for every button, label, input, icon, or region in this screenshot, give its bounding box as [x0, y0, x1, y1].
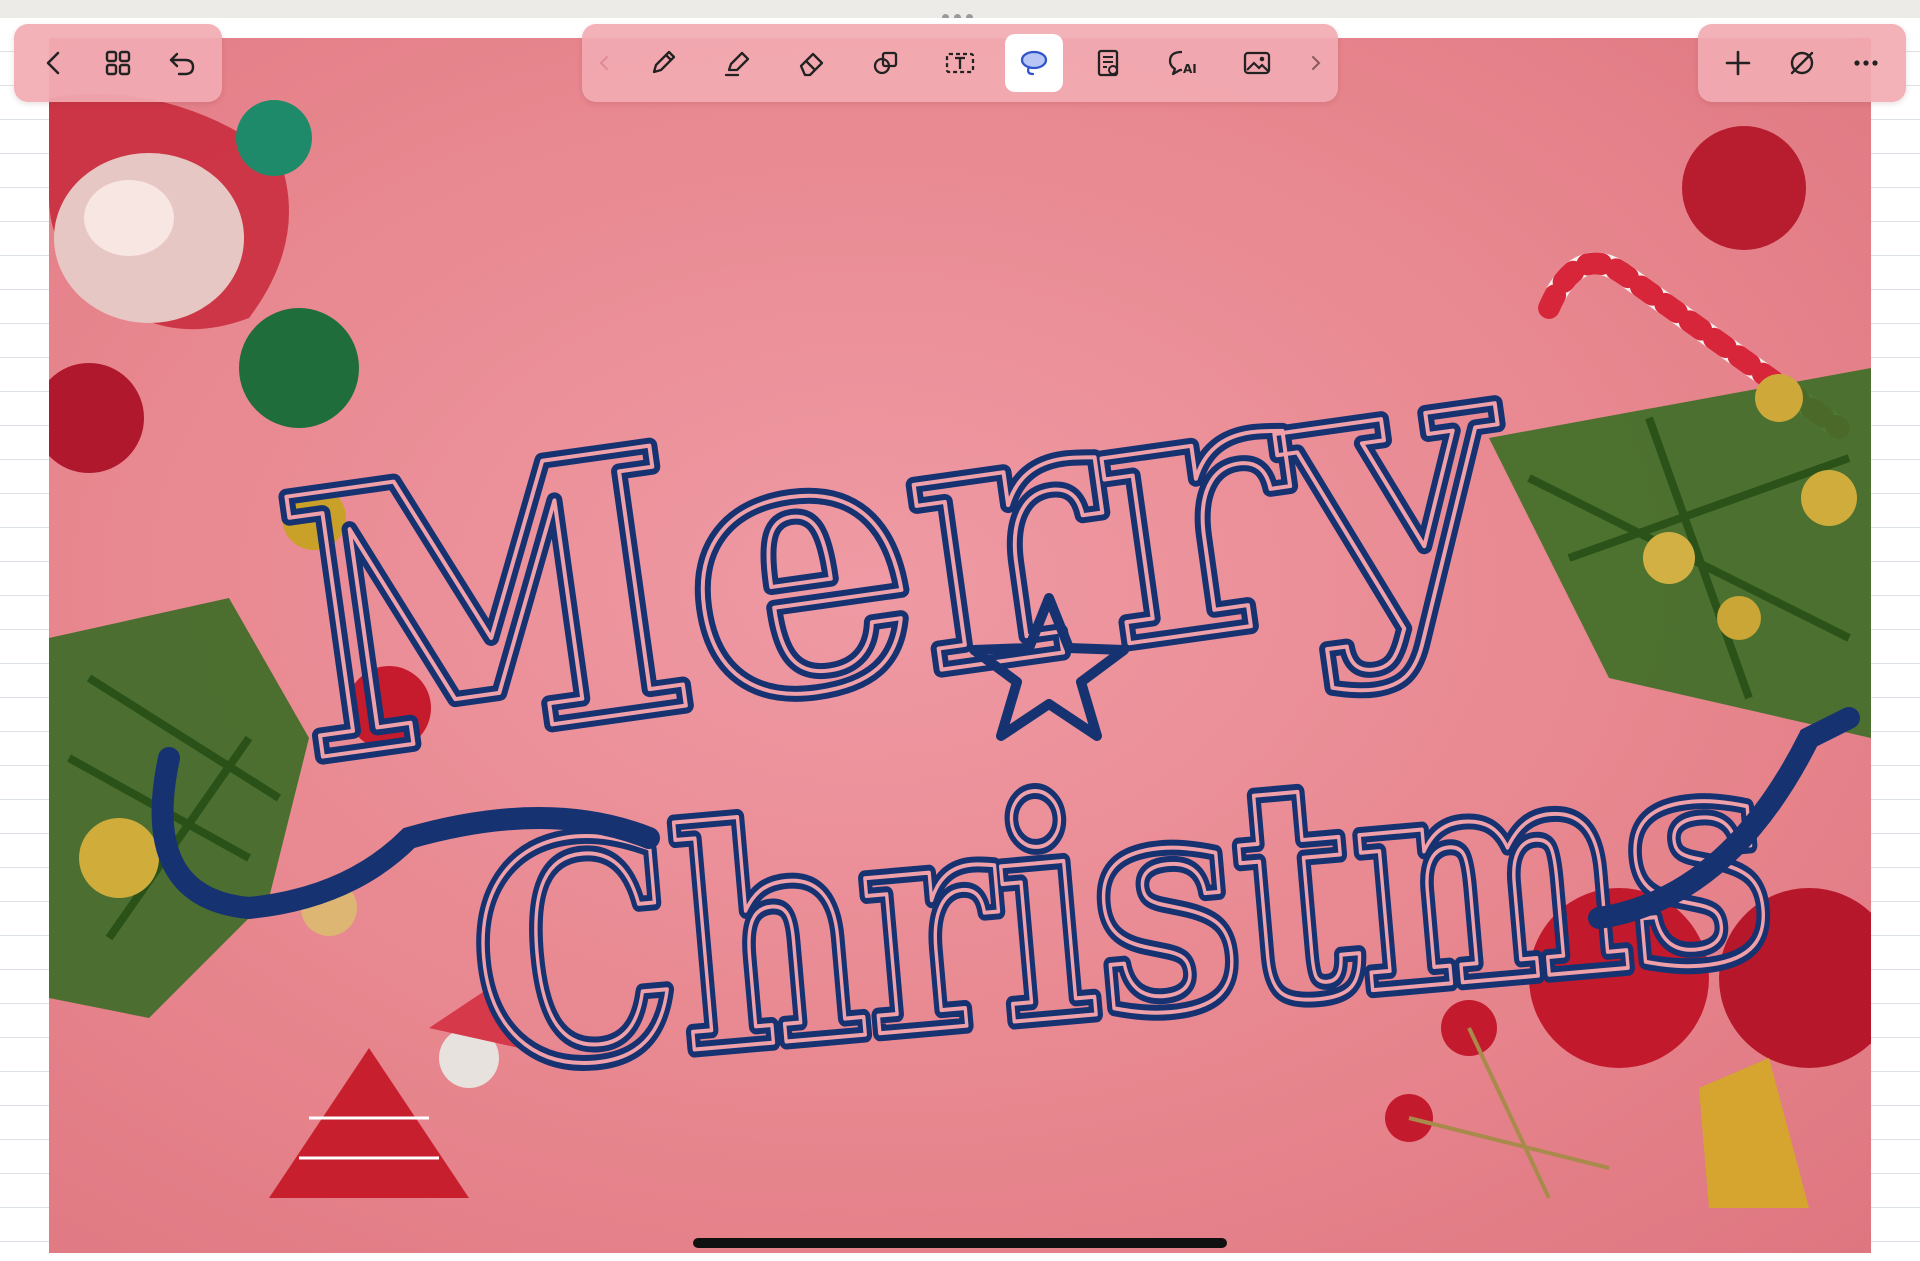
grid-icon — [105, 50, 131, 76]
more-options-button[interactable] — [1837, 34, 1895, 92]
eraser-icon — [799, 52, 823, 77]
add-page-button[interactable] — [1709, 34, 1767, 92]
sticker-tool-button[interactable] — [1079, 34, 1137, 92]
drawing-canvas[interactable]: Merry Merry Christms Christms — [49, 38, 1871, 1253]
handwriting-ink: Merry Merry Christms Christms — [151, 245, 1860, 1147]
undo-button[interactable] — [153, 34, 211, 92]
home-indicator[interactable] — [693, 1238, 1227, 1248]
tools-scroll-left-button[interactable] — [592, 34, 618, 92]
no-entry-icon — [1790, 51, 1814, 75]
text-box-icon — [945, 52, 975, 74]
tools-scroll-right-button[interactable] — [1302, 34, 1328, 92]
pages-overview-button[interactable] — [89, 34, 147, 92]
more-icon — [1854, 60, 1878, 66]
ai-label: AI — [1183, 62, 1197, 76]
highlighter-tool-button[interactable] — [708, 34, 766, 92]
back-button[interactable] — [25, 34, 83, 92]
image-icon — [1243, 51, 1270, 75]
left-toolbar — [14, 24, 222, 102]
pen-tool-button[interactable] — [634, 34, 692, 92]
canvas-artwork: Merry Merry Christms Christms — [49, 94, 1871, 1208]
shapes-icon — [873, 51, 897, 75]
hide-toolbar-button[interactable] — [1773, 34, 1831, 92]
highlighter-icon — [725, 51, 750, 77]
plus-icon — [1725, 50, 1751, 76]
ai-chat-icon: AI — [1168, 50, 1197, 76]
shape-tool-button[interactable] — [857, 34, 915, 92]
ai-assistant-button[interactable]: AI — [1154, 34, 1212, 92]
lasso-icon — [1020, 50, 1048, 76]
pencil-icon — [653, 50, 676, 74]
document-icon — [1098, 49, 1119, 77]
chevron-right-icon — [1311, 56, 1321, 70]
chevron-left-icon — [46, 51, 60, 75]
right-toolbar — [1698, 24, 1906, 102]
eraser-tool-button[interactable] — [783, 34, 841, 92]
lasso-tool-button[interactable] — [1005, 34, 1064, 92]
tools-toolbar: AI — [582, 24, 1338, 102]
image-tool-button[interactable] — [1228, 34, 1286, 92]
chevron-left-icon — [599, 56, 608, 70]
undo-icon — [169, 52, 195, 76]
decor-top-right — [1489, 126, 1871, 738]
text-tool-button[interactable] — [931, 34, 989, 92]
